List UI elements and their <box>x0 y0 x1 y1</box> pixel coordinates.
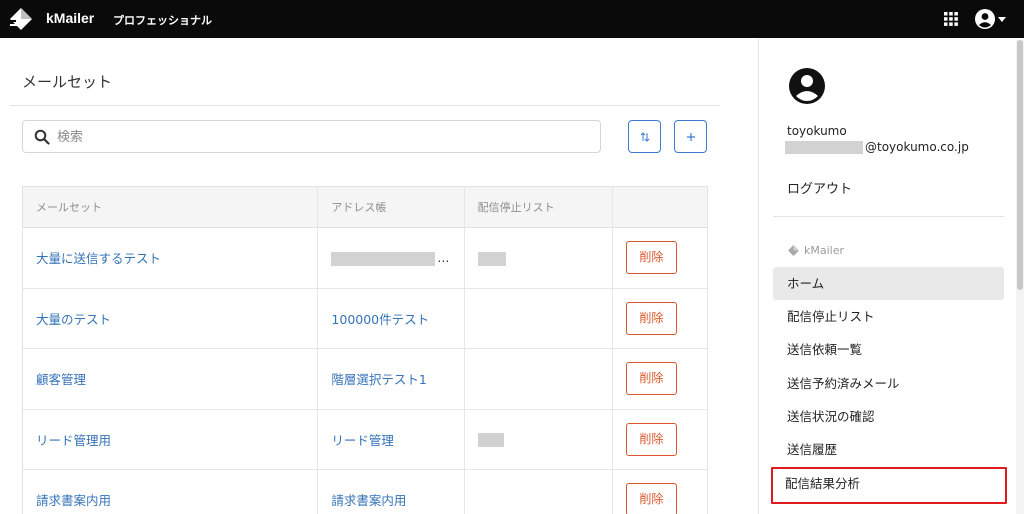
brand-name: kMailer <box>46 10 95 26</box>
column-header-actions <box>612 186 709 228</box>
mail-set-table: メールセット アドレス帳 配信停止リスト 大量に送信するテスト … 削除 大量の… <box>22 186 709 514</box>
logout-link[interactable]: ログアウト <box>787 178 852 197</box>
redacted-unsubscribe-list <box>477 251 506 266</box>
unsubscribe-list-cell <box>464 288 613 349</box>
sort-icon <box>640 131 649 142</box>
redacted-unsubscribe-list <box>477 433 504 447</box>
email-domain: @toyokumo.co.jp <box>865 140 969 154</box>
mail-set-link[interactable]: 大量に送信するテスト <box>36 251 161 266</box>
mail-set-link[interactable]: 顧客管理 <box>36 372 86 387</box>
unsubscribe-list-cell <box>464 348 613 410</box>
username: toyokumo <box>787 124 847 138</box>
table-row: 請求書案内用 請求書案内用 削除 <box>22 469 709 514</box>
add-button[interactable] <box>674 120 707 153</box>
title-divider <box>10 105 720 106</box>
column-header-mail-set: メールセット <box>22 186 319 228</box>
kmailer-logo-icon <box>788 245 799 256</box>
sort-button[interactable] <box>628 120 661 153</box>
user-avatar-icon <box>789 68 825 104</box>
search-box[interactable] <box>22 120 601 153</box>
address-book-ellipsis: … <box>437 251 450 265</box>
account-side-panel: toyokumo @toyokumo.co.jp ログアウト kMailer ホ… <box>758 38 1024 514</box>
table-row: リード管理用 リード管理 削除 <box>22 409 709 470</box>
address-book-link[interactable]: 100000件テスト <box>331 312 429 327</box>
delete-button[interactable]: 削除 <box>625 483 677 514</box>
redacted-email-local-part <box>785 140 863 154</box>
side-scrollbar-thumb[interactable] <box>1017 40 1023 290</box>
delete-button[interactable]: 削除 <box>625 241 677 275</box>
table-row: 大量のテスト 100000件テスト 削除 <box>22 288 709 349</box>
column-header-unsubscribe-list: 配信停止リスト <box>464 186 613 228</box>
address-book-link[interactable]: 請求書案内用 <box>331 493 406 508</box>
nav-item-send-requests[interactable]: 送信依頼一覧 <box>773 333 1004 366</box>
mail-set-link[interactable]: 大量のテスト <box>36 312 111 327</box>
nav-item-send-status[interactable]: 送信状況の確認 <box>773 400 1004 433</box>
delete-button[interactable]: 削除 <box>625 362 677 396</box>
search-input[interactable] <box>57 127 587 147</box>
unsubscribe-list-cell <box>464 469 613 514</box>
address-book-link[interactable]: 階層選択テスト1 <box>331 372 426 387</box>
account-caret-icon[interactable] <box>998 17 1006 22</box>
account-circle-icon[interactable] <box>975 9 995 29</box>
table-row: 顧客管理 階層選択テスト1 削除 <box>22 348 709 410</box>
table-row: 大量に送信するテスト … 削除 <box>22 227 709 289</box>
side-nav: ホーム 配信停止リスト 送信依頼一覧 送信予約済みメール 送信状況の確認 送信履… <box>771 267 1007 505</box>
top-bar: kMailer プロフェッショナル <box>0 0 1024 38</box>
nav-item-scheduled-mail[interactable]: 送信予約済みメール <box>773 367 1004 400</box>
search-icon <box>34 129 50 145</box>
page-title: メールセット <box>22 73 113 91</box>
redacted-address-book <box>331 251 436 266</box>
address-book-link[interactable]: リード管理 <box>331 433 394 448</box>
delete-button[interactable]: 削除 <box>625 301 677 335</box>
nav-item-home[interactable]: ホーム <box>773 267 1004 301</box>
side-divider <box>773 216 1004 217</box>
plus-icon <box>686 132 695 141</box>
apps-grid-icon[interactable] <box>944 12 958 26</box>
table-header-row: メールセット アドレス帳 配信停止リスト <box>22 186 709 228</box>
delete-button[interactable]: 削除 <box>625 422 677 456</box>
column-header-address-book: アドレス帳 <box>317 186 465 228</box>
side-brand: kMailer <box>787 244 844 257</box>
mail-set-link[interactable]: リード管理用 <box>36 433 111 448</box>
edition-label: プロフェッショナル <box>113 14 212 27</box>
user-email: @toyokumo.co.jp <box>785 140 969 154</box>
side-brand-name: kMailer <box>804 244 845 257</box>
nav-item-delivery-analysis[interactable]: 配信結果分析 <box>771 467 1007 505</box>
mail-set-link[interactable]: 請求書案内用 <box>36 493 111 508</box>
nav-item-unsubscribe-list[interactable]: 配信停止リスト <box>773 300 1004 333</box>
kmailer-logo-icon[interactable] <box>8 6 34 32</box>
nav-item-send-history[interactable]: 送信履歴 <box>773 433 1004 466</box>
